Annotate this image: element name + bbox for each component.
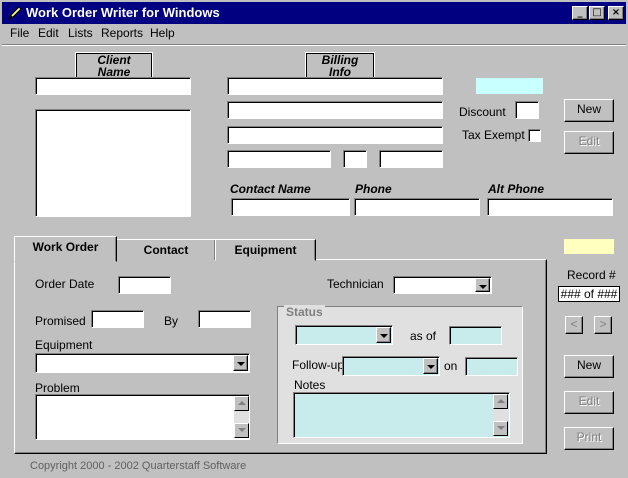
client-color-indicator (476, 78, 543, 94)
by-input[interactable] (198, 310, 251, 328)
tax-exempt-label: Tax Exempt (462, 128, 525, 142)
follow-up-label: Follow-up (292, 358, 345, 372)
title-bar[interactable]: Work Order Writer for Windows _ □ × (0, 0, 628, 24)
client-name-header: Client Name (75, 52, 153, 80)
technician-label: Technician (327, 277, 384, 291)
notes-scroll-up-icon[interactable] (493, 394, 508, 409)
problem-label: Problem (35, 381, 80, 395)
menu-help[interactable]: Help (150, 26, 175, 40)
record-position: ### of ### (558, 286, 620, 302)
problem-scroll-down-icon[interactable] (234, 423, 249, 438)
billing-line-2-input[interactable] (227, 101, 443, 119)
equipment-label: Equipment (35, 338, 93, 352)
notes-textarea[interactable] (293, 392, 510, 438)
tab-contact[interactable]: Contact (116, 239, 216, 261)
client-new-button[interactable]: New (564, 99, 614, 122)
on-label: on (444, 359, 458, 373)
follow-up-on-input[interactable] (465, 357, 518, 376)
billing-line-1-input[interactable] (227, 77, 443, 95)
follow-up-dropdown-arrow-icon[interactable] (423, 358, 438, 374)
client-address-textarea[interactable] (35, 109, 191, 217)
work-order-new-button[interactable]: New (564, 355, 614, 378)
window-title: Work Order Writer for Windows (26, 5, 220, 20)
by-label: By (164, 314, 179, 328)
tab-work-order[interactable]: Work Order (14, 236, 117, 262)
technician-dropdown-arrow-icon[interactable] (475, 278, 490, 292)
phone-input[interactable] (354, 198, 480, 216)
menu-reports[interactable]: Reports (101, 26, 143, 40)
menu-lists[interactable]: Lists (68, 26, 93, 40)
menu-bar: File Edit Lists Reports Help (0, 24, 628, 42)
client-edit-button[interactable]: Edit (564, 131, 614, 154)
menu-file[interactable]: File (10, 26, 29, 40)
close-button[interactable]: × (608, 6, 624, 20)
next-record-button[interactable]: > (594, 316, 612, 334)
phone-header: Phone (355, 182, 392, 196)
discount-input[interactable] (515, 101, 539, 119)
copyright-text: Copyright 2000 - 2002 Quarterstaff Softw… (30, 460, 247, 472)
notes-scroll-down-icon[interactable] (493, 421, 508, 436)
maximize-button[interactable]: □ (589, 6, 605, 20)
contact-name-input[interactable] (231, 198, 350, 216)
client-name-input[interactable] (35, 77, 191, 95)
minimize-button[interactable]: _ (572, 6, 588, 20)
billing-city-input[interactable] (227, 150, 331, 168)
as-of-label: as of (410, 329, 437, 343)
work-order-color-indicator (564, 239, 614, 254)
billing-line-3-input[interactable] (227, 126, 443, 144)
billing-state-input[interactable] (343, 150, 367, 168)
billing-info-header: Billing Info (305, 52, 375, 80)
pencil-icon (7, 6, 22, 21)
promised-date-input[interactable] (91, 310, 144, 328)
record-label: Record # (567, 268, 616, 282)
problem-scroll-up-icon[interactable] (234, 396, 249, 411)
status-dropdown-arrow-icon[interactable] (376, 327, 391, 343)
discount-label: Discount (459, 105, 506, 119)
menu-divider-highlight (2, 45, 626, 46)
problem-textarea[interactable] (35, 394, 250, 440)
notes-label: Notes (294, 378, 326, 392)
print-button[interactable]: Print (564, 427, 614, 450)
alt-phone-header: Alt Phone (488, 182, 544, 196)
equipment-select[interactable] (35, 353, 250, 373)
work-order-edit-button[interactable]: Edit (564, 391, 614, 414)
tab-equipment[interactable]: Equipment (215, 239, 316, 261)
status-as-of-input[interactable] (449, 326, 502, 345)
contact-name-header: Contact Name (230, 182, 311, 196)
alt-phone-input[interactable] (487, 198, 613, 216)
tax-exempt-checkbox[interactable] (528, 129, 541, 142)
billing-zip-input[interactable] (379, 150, 443, 168)
order-date-input[interactable] (118, 276, 171, 294)
status-group-title: Status (284, 305, 325, 319)
equipment-dropdown-arrow-icon[interactable] (233, 355, 248, 371)
previous-record-button[interactable]: < (565, 316, 583, 334)
order-date-label: Order Date (35, 277, 95, 291)
menu-edit[interactable]: Edit (38, 26, 59, 40)
promised-label: Promised (35, 314, 86, 328)
